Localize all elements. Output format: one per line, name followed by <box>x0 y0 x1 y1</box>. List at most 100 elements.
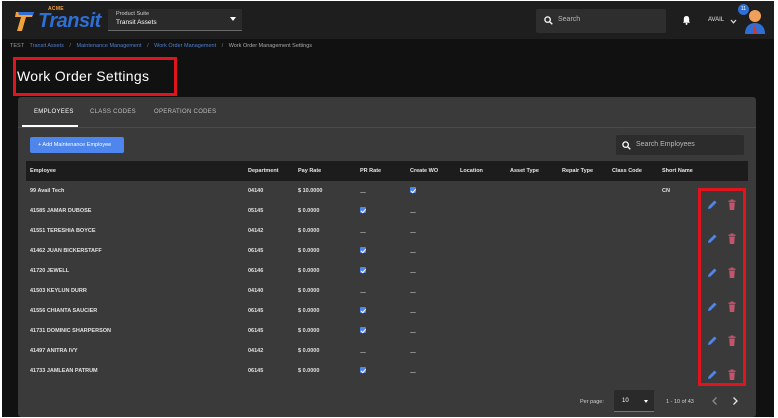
pencil-icon[interactable] <box>706 335 718 347</box>
create-wo-checkbox[interactable] <box>410 327 416 333</box>
create-wo-checkbox[interactable] <box>410 287 416 293</box>
column-header[interactable]: Employee <box>30 168 56 174</box>
table-body: 99 Avail Tech 04140 $ 10.0000 CN 41585 J… <box>26 181 748 385</box>
table-row[interactable]: 41462 JUAN BICKERSTAFF 06145 $ 0.0000 <box>26 241 748 261</box>
column-header[interactable]: Department <box>248 168 279 174</box>
bell-icon[interactable] <box>682 15 691 25</box>
pencil-icon[interactable] <box>706 199 718 211</box>
pencil-icon[interactable] <box>706 301 718 313</box>
column-header[interactable]: Short Name <box>662 168 693 174</box>
breadcrumb-item[interactable]: Transit Assets <box>30 43 64 49</box>
chevron-down-icon <box>230 17 236 21</box>
cell-department: 04140 <box>248 288 264 294</box>
table-row[interactable]: 41556 CHIANTA SAUCIER 06145 $ 0.0000 <box>26 301 748 321</box>
pencil-icon[interactable] <box>706 267 718 279</box>
column-header[interactable]: Location <box>460 168 483 174</box>
brand-logo[interactable]: ACME Transit <box>12 5 112 35</box>
chevron-left-icon[interactable] <box>710 396 720 406</box>
table-row[interactable]: 41731 DOMINIC SHARPERSON 06145 $ 0.0000 <box>26 321 748 341</box>
notification-count-badge: 11 <box>738 4 749 15</box>
table-row[interactable]: 41733 JAMLEAN PATRUM 06145 $ 0.0000 <box>26 361 748 381</box>
add-maintenance-employee-button[interactable]: + Add Maintenance Employee <box>30 137 124 153</box>
column-header[interactable]: Class Code <box>612 168 642 174</box>
app-window: ACME Transit Product Suite Transit Asset… <box>2 1 774 417</box>
create-wo-checkbox[interactable] <box>410 347 416 353</box>
global-search-input[interactable]: Search <box>536 9 666 33</box>
user-name[interactable]: AVAIL <box>708 17 724 23</box>
per-page-select[interactable]: 10 <box>614 390 654 412</box>
cell-employee: 41551 TERESHIA BOYCE <box>30 228 96 234</box>
table-row[interactable]: 99 Avail Tech 04140 $ 10.0000 CN <box>26 181 748 201</box>
cell-employee: 41556 CHIANTA SAUCIER <box>30 308 98 314</box>
brand-name: Transit <box>38 10 101 32</box>
create-wo-checkbox[interactable] <box>410 307 416 313</box>
per-page-value: 10 <box>622 398 629 404</box>
cell-department: 04142 <box>248 348 264 354</box>
cell-pay-rate: $ 0.0000 <box>298 328 320 334</box>
trash-icon[interactable] <box>726 301 738 313</box>
chevron-right-icon[interactable] <box>730 396 740 406</box>
pr-rate-checkbox[interactable] <box>360 367 366 373</box>
create-wo-checkbox[interactable] <box>410 367 416 373</box>
product-suite-select[interactable]: Product Suite Transit Assets <box>108 9 242 31</box>
pr-rate-checkbox[interactable] <box>360 287 366 293</box>
tab-class-codes[interactable]: CLASS CODES <box>90 109 136 115</box>
column-header[interactable]: Pay Rate <box>298 168 321 174</box>
actions-highlight-box <box>698 188 746 386</box>
chevron-down-icon[interactable] <box>730 19 737 24</box>
table-row[interactable]: 41503 KEYLUN DURR 04140 $ 0.0000 <box>26 281 748 301</box>
create-wo-checkbox[interactable] <box>410 267 416 273</box>
cell-department: 04140 <box>248 188 264 194</box>
create-wo-checkbox[interactable] <box>410 247 416 253</box>
cell-short-name: CN <box>662 188 670 194</box>
cell-employee: 41585 JAMAR DUBOSE <box>30 208 92 214</box>
cell-pay-rate: $ 0.0000 <box>298 288 320 294</box>
search-employees-input[interactable]: Search Employees <box>616 135 744 155</box>
trash-icon[interactable] <box>726 369 738 381</box>
pr-rate-checkbox[interactable] <box>360 227 366 233</box>
pencil-icon[interactable] <box>706 369 718 381</box>
column-header[interactable]: Create WO <box>410 168 438 174</box>
column-header[interactable]: PR Rate <box>360 168 381 174</box>
table-row[interactable]: 41720 JEWELL 06146 $ 0.0000 <box>26 261 748 281</box>
cell-employee: 99 Avail Tech <box>30 188 65 194</box>
pencil-icon[interactable] <box>706 233 718 245</box>
pr-rate-checkbox[interactable] <box>360 307 366 313</box>
create-wo-checkbox[interactable] <box>410 227 416 233</box>
pr-rate-checkbox[interactable] <box>360 267 366 273</box>
cell-department: 06145 <box>248 368 264 374</box>
tab-divider <box>18 127 756 128</box>
table-row[interactable]: 41585 JAMAR DUBOSE 05145 $ 0.0000 <box>26 201 748 221</box>
create-wo-checkbox[interactable] <box>410 207 416 213</box>
table-row[interactable]: 41497 ANITRA IVY 04142 $ 0.0000 <box>26 341 748 361</box>
pr-rate-checkbox[interactable] <box>360 347 366 353</box>
cell-department: 04142 <box>248 228 264 234</box>
trash-icon[interactable] <box>726 233 738 245</box>
cell-pay-rate: $ 10.0000 <box>298 188 323 194</box>
breadcrumb-item[interactable]: Maintenance Management <box>76 43 141 49</box>
cell-pay-rate: $ 0.0000 <box>298 268 320 274</box>
table-row[interactable]: 41551 TERESHIA BOYCE 04142 $ 0.0000 <box>26 221 748 241</box>
trash-icon[interactable] <box>726 199 738 211</box>
product-suite-value: Transit Assets <box>116 19 157 26</box>
logo-mark-icon <box>15 12 34 31</box>
pr-rate-checkbox[interactable] <box>360 207 366 213</box>
pr-rate-checkbox[interactable] <box>360 187 366 193</box>
column-header[interactable]: Asset Type <box>510 168 539 174</box>
column-header[interactable]: Repair Type <box>562 168 593 174</box>
pr-rate-checkbox[interactable] <box>360 247 366 253</box>
table-header: Employee Department Pay Rate PR Rate Cre… <box>26 161 748 181</box>
tab-employees[interactable]: EMPLOYEES <box>34 109 74 115</box>
per-page-label: Per page: <box>580 399 604 405</box>
pr-rate-checkbox[interactable] <box>360 327 366 333</box>
cell-department: 06145 <box>248 248 264 254</box>
create-wo-checkbox[interactable] <box>410 187 416 193</box>
cell-department: 06146 <box>248 268 264 274</box>
chevron-down-icon <box>644 400 648 403</box>
trash-icon[interactable] <box>726 267 738 279</box>
trash-icon[interactable] <box>726 335 738 347</box>
breadcrumb-item[interactable]: Work Order Management <box>154 43 216 49</box>
tab-operation-codes[interactable]: OPERATION CODES <box>154 109 216 115</box>
cell-employee: 41733 JAMLEAN PATRUM <box>30 368 98 374</box>
cell-employee: 41731 DOMINIC SHARPERSON <box>30 328 111 334</box>
